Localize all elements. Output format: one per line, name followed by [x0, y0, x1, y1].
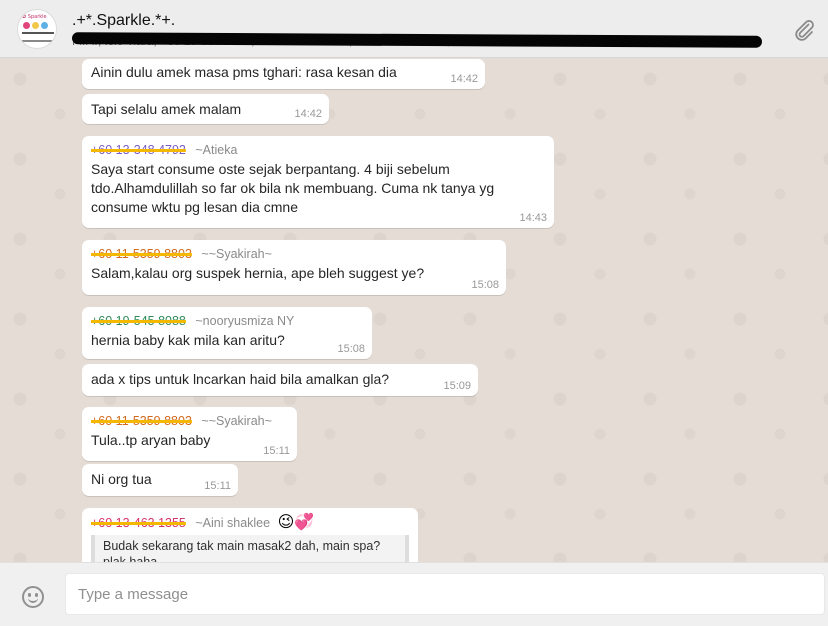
message-sender[interactable]: +60 13-348 4792 ~Atieka: [91, 142, 545, 158]
message-time: 15:08: [471, 279, 499, 291]
message-list[interactable]: Ainin dulu amek masa pms tghari: rasa ke…: [0, 59, 828, 562]
message-sender[interactable]: +60 11-5359 8803 ~~Syakirah~: [91, 246, 497, 262]
avatar-scribble: [22, 32, 54, 42]
smiley-icon[interactable]: [22, 586, 44, 608]
sender-name: ~~Syakirah~: [201, 414, 272, 428]
message-sender[interactable]: +60 11-5359 8803 ~~Syakirah~: [91, 413, 288, 429]
avatar-dot-blue: [41, 22, 48, 29]
message-time: 15:09: [443, 380, 471, 392]
message-text: Salam,kalau org suspek hernia, ape bleh …: [91, 265, 425, 281]
message-text: Saya start consume oste sejak berpantang…: [91, 161, 495, 215]
avatar-dot-yellow: [32, 22, 39, 29]
message-bubble[interactable]: +60 11-5359 8803 ~~Syakirah~ Tula..tp ar…: [82, 407, 297, 461]
message-text: Tula..tp aryan baby: [91, 432, 211, 448]
avatar-dot-pink: [23, 22, 30, 29]
sender-phone[interactable]: +60 19-545 8088: [91, 314, 186, 328]
message-bubble[interactable]: Ainin dulu amek masa pms tghari: rasa ke…: [82, 59, 485, 89]
message-text: ada x tips untuk lncarkan haid bila amal…: [91, 371, 390, 387]
sender-phone[interactable]: +60 11-5359 8803: [91, 414, 192, 428]
message-sender[interactable]: +60 19-545 8088 ~nooryusmiza NY: [91, 313, 363, 329]
message-text: Ainin dulu amek masa pms tghari: rasa ke…: [91, 64, 397, 80]
message-input[interactable]: [65, 573, 825, 615]
message-time: 14:43: [519, 212, 547, 224]
message-time: 14:42: [294, 108, 322, 120]
message-bubble[interactable]: Ni org tua 15:11: [82, 464, 238, 496]
message-time: 14:42: [450, 73, 478, 85]
sender-name: ~Aini shaklee: [195, 516, 271, 530]
message-bubble[interactable]: +60 13-463 1355 ~Aini shaklee 😉💞 Budak s…: [82, 508, 418, 562]
message-time: 15:11: [204, 480, 231, 492]
group-avatar[interactable]: ✿ Sparkle: [17, 9, 57, 49]
sender-phone[interactable]: +60 13-348 4792: [91, 143, 186, 157]
message-sender[interactable]: +60 13-463 1355 ~Aini shaklee 😉💞: [91, 514, 409, 531]
message-composer: [0, 562, 828, 626]
sender-name: ~Atieka: [195, 143, 238, 157]
message-bubble[interactable]: +60 11-5359 8803 ~~Syakirah~ Salam,kalau…: [82, 240, 506, 295]
message-bubble[interactable]: +60 19-545 8088 ~nooryusmiza NY hernia b…: [82, 307, 372, 359]
message-time: 15:11: [263, 445, 290, 457]
sender-phone[interactable]: +60 11-5359 8803: [91, 247, 192, 261]
emoji-wink-heart-icon: 😉💞: [277, 512, 315, 531]
sender-phone[interactable]: +60 13-463 1355: [91, 516, 186, 530]
paperclip-icon[interactable]: [792, 18, 816, 42]
avatar-logo: ✿ Sparkle: [22, 14, 47, 20]
group-name[interactable]: .+*.Sparkle.*+.: [72, 12, 175, 30]
message-bubble[interactable]: Tapi selalu amek malam 14:42: [82, 94, 329, 124]
message-bubble[interactable]: +60 13-348 4792 ~Atieka Saya start consu…: [82, 136, 554, 228]
sender-name: ~nooryusmiza NY: [195, 314, 295, 328]
quoted-message[interactable]: Budak sekarang tak main masak2 dah, main…: [91, 535, 409, 562]
message-time: 15:08: [337, 343, 365, 355]
message-bubble[interactable]: ada x tips untuk lncarkan haid bila amal…: [82, 364, 478, 396]
sender-name: ~~Syakirah~: [201, 247, 272, 261]
message-text: hernia baby kak mila kan aritu?: [91, 332, 285, 348]
smiley-mouth: [28, 597, 38, 603]
chat-header[interactable]: ✿ Sparkle .+*.Sparkle.*+. Fifi Ir, Isie …: [0, 0, 828, 58]
message-text: Tapi selalu amek malam: [91, 101, 242, 117]
